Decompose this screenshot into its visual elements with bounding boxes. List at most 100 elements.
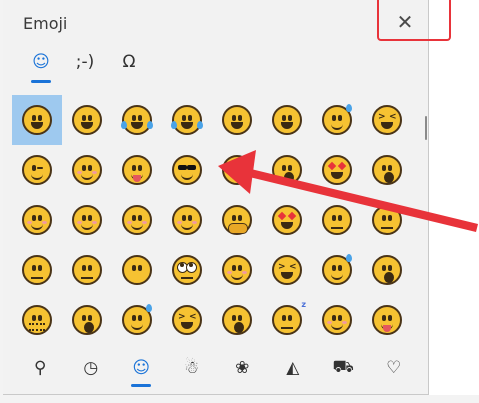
winking-face-icon <box>22 155 52 185</box>
emoji-sunglasses-face[interactable] <box>162 145 212 195</box>
category-search-icon[interactable]: ⚲ <box>15 352 66 384</box>
emoji-monocle-face[interactable] <box>362 195 412 245</box>
hushed-face-icon <box>372 155 402 185</box>
hushed-face-2-icon <box>72 305 102 335</box>
emoji-beaming-face[interactable] <box>62 95 112 145</box>
close-annotation-box <box>377 0 451 41</box>
nature-icon: ❀ <box>235 358 250 378</box>
grinning-face-icon <box>22 105 52 135</box>
emoji-sweat-smile-face[interactable] <box>312 95 362 145</box>
heart-eyes-face-icon <box>222 155 252 185</box>
emoji-hushed-face[interactable] <box>362 145 412 195</box>
hugging-face-icon <box>72 205 102 235</box>
sad-relieved-face-icon <box>322 254 352 285</box>
emoji-neutral-face[interactable] <box>12 245 62 295</box>
sleepy-face-icon <box>122 304 152 335</box>
monocle-face-icon <box>372 205 402 235</box>
emoji-sad-relieved-face[interactable] <box>312 245 362 295</box>
emoji-blushing-face[interactable] <box>12 195 62 245</box>
tab-omega-symbols-icon[interactable]: Ω <box>107 44 151 80</box>
thinking-face-icon <box>322 205 352 235</box>
emoji-panel: Emoji ✕ ☺ ;-) Ω > < > < > < z ⚲ ◷ ☺ ☃ ❀ ◭ ⛟ ♡ <box>3 0 429 395</box>
background-bottom <box>0 395 479 403</box>
smirk-face-icon <box>222 255 252 285</box>
recent-clock-icon: ◷ <box>83 358 99 378</box>
emoji-joy-face[interactable] <box>112 95 162 145</box>
emoji-kissing-face[interactable] <box>262 145 312 195</box>
emoji-no-mouth-face[interactable] <box>112 245 162 295</box>
emoji-rolling-eyes-face[interactable] <box>162 245 212 295</box>
emoji-smiling-eyes-face[interactable] <box>62 145 112 195</box>
category-nature-icon[interactable]: ❀ <box>217 352 268 384</box>
tired-face-icon: > < <box>172 305 202 335</box>
neutral-face-icon <box>22 255 52 285</box>
emoji-yum-face[interactable] <box>112 145 162 195</box>
astonished-face-icon <box>372 255 402 285</box>
emoji-expressionless-face[interactable] <box>62 245 112 295</box>
emoji-winking-face[interactable] <box>12 145 62 195</box>
emoji-sleepy-face[interactable] <box>112 295 162 345</box>
heart-symbols-icon: ♡ <box>386 358 402 378</box>
emoji-smirk-face[interactable] <box>212 245 262 295</box>
kaomoji-icon: ;-) <box>75 52 95 72</box>
panel-title: Emoji <box>23 14 68 33</box>
emoji-relieved-face[interactable] <box>312 295 362 345</box>
emoji-hug-face[interactable] <box>212 195 262 245</box>
relieved-face-icon <box>322 305 352 335</box>
emoji-star-struck-face[interactable] <box>262 195 312 245</box>
emoji-grid: > < > < > < z <box>12 95 412 350</box>
smiling-hearts-face-icon <box>322 155 352 185</box>
category-recent-clock-icon[interactable]: ◷ <box>66 352 117 384</box>
search-icon: ⚲ <box>34 358 47 378</box>
category-tabs: ☺ ;-) Ω <box>19 44 151 84</box>
tab-kaomoji-icon[interactable]: ;-) <box>63 44 107 80</box>
emoji-grinning-smiling-eyes[interactable] <box>262 95 312 145</box>
emoji-rofl-face[interactable] <box>162 95 212 145</box>
emoji-thinking-face[interactable] <box>312 195 362 245</box>
travel-car-icon: ⛟ <box>332 357 354 377</box>
category-heart-symbols-icon[interactable]: ♡ <box>369 352 420 384</box>
beaming-face-icon <box>72 105 102 135</box>
sleeping-face-icon: z <box>272 300 306 335</box>
smiley-faces-icon: ☺ <box>132 358 151 378</box>
tab-smiley-icon[interactable]: ☺ <box>19 44 63 83</box>
emoji-squinting-face[interactable]: > < <box>362 95 412 145</box>
emoji-relaxed-face[interactable] <box>112 195 162 245</box>
emoji-astonished-face[interactable] <box>362 245 412 295</box>
emoji-tired-face[interactable]: > < <box>162 295 212 345</box>
emoji-tongue-face[interactable] <box>362 295 412 345</box>
category-smiley-faces-icon[interactable]: ☺ <box>116 352 167 387</box>
emoji-yawning-face[interactable] <box>212 295 262 345</box>
grinning-smiling-eyes-icon <box>272 105 302 135</box>
emoji-hushed-face-2[interactable] <box>62 295 112 345</box>
smiley-icon: ☺ <box>32 52 50 72</box>
smiling-eyes-face-icon <box>72 155 102 185</box>
rofl-face-icon <box>171 105 203 135</box>
emoji-category-bar: ⚲ ◷ ☺ ☃ ❀ ◭ ⛟ ♡ <box>15 352 419 388</box>
no-mouth-face-icon <box>122 255 152 285</box>
emoji-smiling-face[interactable] <box>212 95 262 145</box>
emoji-smiling-hearts-face[interactable] <box>312 145 362 195</box>
rolling-eyes-face-icon <box>172 255 202 285</box>
persevering-face-icon: > < <box>272 255 302 285</box>
star-struck-face-icon <box>272 205 302 235</box>
category-travel-car-icon[interactable]: ⛟ <box>318 352 369 384</box>
emoji-hugging-face[interactable] <box>62 195 112 245</box>
category-food-pizza-icon[interactable]: ◭ <box>268 352 319 384</box>
squinting-face-icon: > < <box>372 105 402 135</box>
emoji-persevering-face[interactable]: > < <box>262 245 312 295</box>
people-icon: ☃ <box>184 358 200 378</box>
emoji-sleeping-face[interactable]: z <box>262 295 312 345</box>
category-people-icon[interactable]: ☃ <box>167 352 218 384</box>
relaxed-face-icon <box>122 205 152 235</box>
sweat-smile-face-icon <box>322 104 352 135</box>
yawning-face-icon <box>222 305 252 335</box>
kissing-face-icon <box>272 155 302 185</box>
emoji-heart-eyes-face[interactable] <box>212 145 262 195</box>
emoji-zipper-face[interactable] <box>12 295 62 345</box>
omega-symbols-icon: Ω <box>122 52 136 72</box>
scrollbar-thumb[interactable] <box>425 116 427 140</box>
sunglasses-face-icon <box>172 155 202 185</box>
emoji-slight-smile-face[interactable] <box>162 195 212 245</box>
emoji-grinning-face[interactable] <box>12 95 62 145</box>
